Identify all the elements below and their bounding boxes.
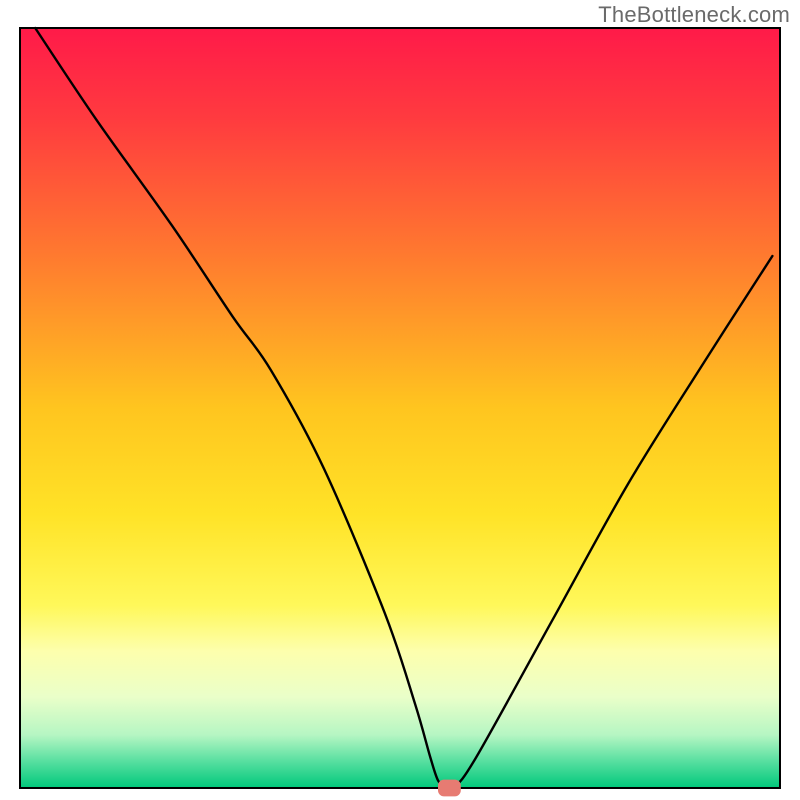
watermark-text: TheBottleneck.com (598, 2, 790, 28)
optimal-point-marker (438, 780, 461, 797)
plot-background (20, 28, 780, 788)
chart-container: TheBottleneck.com (0, 0, 800, 800)
bottleneck-chart (0, 0, 800, 800)
